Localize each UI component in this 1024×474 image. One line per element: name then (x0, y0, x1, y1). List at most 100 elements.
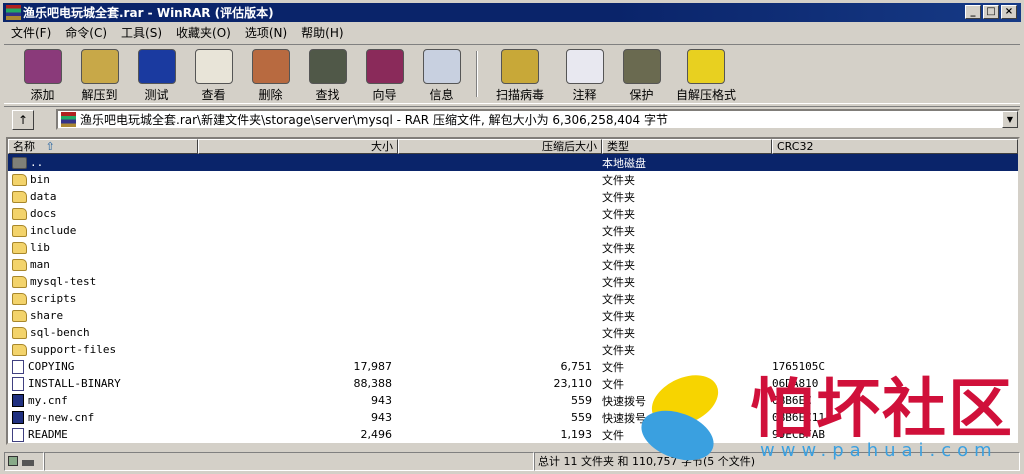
file-name: my.cnf (28, 394, 68, 407)
up-arrow-icon: ↑ (17, 112, 29, 127)
file-packed-size: 559 (571, 394, 592, 407)
file-crc: 06DA810 (772, 377, 819, 390)
toolbar-button-find[interactable]: 查找 (299, 45, 356, 103)
file-type: 文件夹 (602, 343, 635, 357)
key-icon (21, 460, 34, 466)
toolbar-button-extract-to[interactable]: 解压到 (71, 45, 128, 103)
toolbar-button-view[interactable]: 查看 (185, 45, 242, 103)
file-row[interactable]: scripts 文件夹 (8, 290, 1018, 307)
file-crc: 0BB6EC (772, 394, 812, 407)
file-type: 文件夹 (602, 224, 635, 238)
sort-ascending-icon: ⇧ (45, 140, 55, 153)
delete-icon (251, 49, 290, 84)
file-type: 本地磁盘 (602, 156, 646, 170)
toolbar-label: 删除 (258, 88, 283, 102)
path-combo[interactable]: 渔乐吧电玩城全套.rar\新建文件夹\storage\server\mysql … (56, 109, 1020, 130)
column-packed[interactable]: 压缩后大小 (398, 139, 602, 154)
toolbar-button-scan-virus[interactable]: 扫描病毒 (484, 45, 556, 103)
file-name: share (30, 309, 64, 322)
path-text: 渔乐吧电玩城全套.rar\新建文件夹\storage\server\mysql … (80, 113, 668, 127)
file-row[interactable]: mysql-test 文件夹 (8, 273, 1018, 290)
toolbar-label: 添加 (30, 88, 55, 102)
window-title: 渔乐吧电玩城全套.rar - WinRAR (评估版本) (23, 6, 274, 20)
file-name: bin (30, 173, 50, 186)
menu-favorites[interactable]: 收藏夹(O) (169, 23, 238, 41)
file-row[interactable]: man 文件夹 (8, 256, 1018, 273)
file-packed-size: 1,193 (560, 428, 593, 441)
archive-icon (61, 112, 76, 127)
test-icon (137, 49, 176, 84)
scan-virus-icon (501, 49, 539, 84)
file-name: .. (30, 156, 44, 169)
title-bar: 渔乐吧电玩城全套.rar - WinRAR (评估版本) _ □ × (3, 3, 1021, 22)
file-row[interactable]: bin 文件夹 (8, 171, 1018, 188)
toolbar-button-test[interactable]: 测试 (128, 45, 185, 103)
file-type: 快速拨号 (602, 394, 646, 408)
toolbar-label: 注释 (572, 88, 597, 102)
file-icon (12, 427, 24, 442)
file-row[interactable]: README 2,496 1,193 文件 99ECBFAB (8, 426, 1018, 443)
toolbar-button-sfx[interactable]: 自解压格式 (670, 45, 742, 103)
toolbar-button-wizard[interactable]: 向导 (356, 45, 413, 103)
file-name: lib (30, 241, 50, 254)
column-crc[interactable]: CRC32 (772, 139, 1018, 154)
status-icons (4, 452, 44, 471)
folder-icon (12, 309, 27, 322)
column-header: 名称 ⇧ 大小 压缩后大小 类型 CRC32 (8, 139, 1018, 154)
file-type: 文件 (602, 428, 624, 442)
toolbar-button-comment[interactable]: 注释 (556, 45, 613, 103)
comment-icon (565, 49, 604, 84)
file-row[interactable]: share 文件夹 (8, 307, 1018, 324)
menu-options[interactable]: 选项(N) (238, 23, 294, 41)
file-row[interactable]: my-new.cnf 943 559 快速拨号 0BB6EC11 (8, 409, 1018, 426)
toolbar-button-protect[interactable]: 保护 (613, 45, 670, 103)
folder-icon (12, 207, 27, 220)
file-icon (12, 359, 24, 374)
file-size: 943 (371, 411, 392, 424)
file-type: 文件夹 (602, 309, 635, 323)
maximize-button[interactable]: □ (983, 5, 999, 19)
menu-tools[interactable]: 工具(S) (114, 23, 169, 41)
file-row[interactable]: include 文件夹 (8, 222, 1018, 239)
column-type[interactable]: 类型 (602, 139, 772, 154)
info-icon (422, 49, 461, 84)
file-type: 文件夹 (602, 241, 635, 255)
dropdown-arrow-icon[interactable]: ▼ (1002, 111, 1018, 128)
winrar-icon (6, 5, 21, 20)
file-name: mysql-test (30, 275, 97, 288)
file-row[interactable]: COPYING 17,987 6,751 文件 1765105C (8, 358, 1018, 375)
file-row[interactable]: docs 文件夹 (8, 205, 1018, 222)
file-name: man (30, 258, 50, 271)
file-row[interactable]: sql-bench 文件夹 (8, 324, 1018, 341)
toolbar-button-add-archive[interactable]: 添加 (14, 45, 71, 103)
parent-folder-icon (12, 156, 27, 169)
menu-help[interactable]: 帮助(H) (294, 23, 350, 41)
file-size: 943 (371, 394, 392, 407)
column-size[interactable]: 大小 (198, 139, 398, 154)
file-name: COPYING (28, 360, 75, 373)
toolbar-label: 信息 (429, 88, 454, 102)
menu-bar: 文件(F) 命令(C) 工具(S) 收藏夹(O) 选项(N) 帮助(H) (4, 23, 351, 41)
file-row[interactable]: support-files 文件夹 (8, 341, 1018, 358)
file-crc: 1765105C (772, 360, 825, 373)
file-type: 文件 (602, 377, 624, 391)
file-row[interactable]: .. 本地磁盘 (8, 154, 1018, 171)
file-name: my-new.cnf (28, 411, 95, 424)
file-row[interactable]: lib 文件夹 (8, 239, 1018, 256)
toolbar-button-info[interactable]: 信息 (413, 45, 470, 103)
file-row[interactable]: data 文件夹 (8, 188, 1018, 205)
up-folder-button[interactable]: ↑ (12, 109, 34, 130)
file-type: 快速拨号 (602, 411, 646, 425)
toolbar-button-delete[interactable]: 删除 (242, 45, 299, 103)
menu-file[interactable]: 文件(F) (4, 23, 58, 41)
file-row[interactable]: INSTALL-BINARY 88,388 23,110 文件 06DA810 (8, 375, 1018, 392)
folder-icon (12, 241, 27, 254)
minimize-button[interactable]: _ (965, 5, 981, 19)
file-name: docs (30, 207, 57, 220)
menu-commands[interactable]: 命令(C) (58, 23, 114, 41)
column-name[interactable]: 名称 ⇧ (8, 139, 198, 154)
close-button[interactable]: × (1001, 5, 1017, 19)
file-row[interactable]: my.cnf 943 559 快速拨号 0BB6EC (8, 392, 1018, 409)
file-packed-size: 6,751 (560, 360, 593, 373)
file-type: 文件夹 (602, 207, 635, 221)
